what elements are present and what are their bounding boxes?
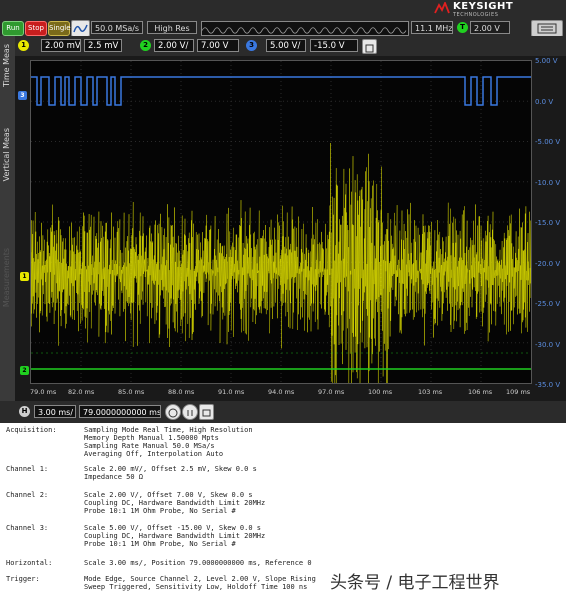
keysight-logo-icon	[434, 2, 450, 14]
trigger-wave-preview	[201, 21, 409, 36]
y-axis-labels: 5.00 V 0.0 V -5.00 V -10.0 V -15.0 V -20.0 V -…	[531, 56, 566, 389]
y-tick-label: -15.0 V	[535, 219, 561, 227]
x-tick-label: 109 ms	[506, 388, 531, 396]
channel-3-offset[interactable]: -15.0 V	[310, 39, 358, 52]
y-tick-label: 5.00 V	[535, 57, 558, 65]
brand-subtitle: TECHNOLOGIES	[453, 12, 499, 18]
channel-1-line-2: Impedance 50 Ω	[84, 473, 144, 481]
acquisition-mode-field[interactable]: High Res	[147, 21, 197, 34]
measurements-tab[interactable]: Measurements	[2, 248, 11, 307]
stop-button[interactable]: Stop	[25, 21, 47, 36]
add-channel-icon[interactable]	[362, 39, 377, 54]
watermark-text: 头条号 / 电子工程世界	[330, 573, 500, 593]
x-tick-label: 85.0 ms	[118, 388, 145, 396]
channel-3-scale[interactable]: 5.00 V/	[266, 39, 306, 52]
channel-3-badge[interactable]: 3	[246, 40, 257, 51]
trigger-icon: T	[457, 22, 468, 33]
trigger-label: Trigger:	[6, 575, 40, 583]
channel-2-scale[interactable]: 2.00 V/	[154, 39, 194, 52]
horizontal-badge: H	[19, 406, 30, 417]
measurement-sidebar: Time Meas Vertical Meas Measurements	[0, 36, 15, 402]
channel-2-label: Channel 2:	[6, 491, 49, 499]
run-button[interactable]: Run	[2, 21, 24, 36]
horizontal-label: Horizontal:	[6, 559, 53, 567]
timebase-position-field[interactable]: 79.0000000000 ms	[79, 405, 161, 418]
x-tick-label: 88.0 ms	[168, 388, 195, 396]
channel-1-badge[interactable]: 1	[18, 40, 29, 51]
zoom-icon[interactable]	[165, 404, 181, 420]
waveform-display[interactable]	[30, 60, 532, 422]
acquisition-label: Acquisition:	[6, 426, 57, 434]
acquisition-line-4: Averaging Off, Interpolation Auto	[84, 450, 224, 458]
horizontal-settings-icon[interactable]	[199, 404, 214, 420]
oscilloscope-screen: Run Stop Single 50.0 MSa/s High Res 11.1…	[0, 0, 566, 423]
x-tick-label: 97.0 ms	[318, 388, 345, 396]
x-tick-label: 106 ms	[468, 388, 493, 396]
pan-icon[interactable]	[182, 404, 198, 420]
channel-1-offset[interactable]: 2.5 mV	[84, 39, 122, 52]
channel-3-ground-marker[interactable]: 3	[18, 91, 27, 100]
trigger-line-2: Sweep Triggered, Sensitivity Low, Holdof…	[84, 583, 308, 591]
y-tick-label: -5.00 V	[535, 138, 561, 146]
channel-1-label: Channel 1:	[6, 465, 49, 473]
channel-1-ground-marker[interactable]: 1	[20, 272, 29, 281]
frequency-readout: 11.1 MHz	[411, 21, 453, 34]
x-tick-label: 79.0 ms	[30, 388, 57, 396]
channel-2-line-3: Probe 10:1 1M Ohm Probe, No Serial #	[84, 507, 236, 515]
trigger-level-field[interactable]: 2.00 V	[470, 21, 510, 34]
y-tick-label: -35.0 V	[535, 381, 561, 389]
channel-settings-bar: 1 2.00 mV/ 2.5 mV 2 2.00 V/ 7.00 V 3 5.0…	[0, 36, 566, 56]
channel-2-badge[interactable]: 2	[140, 40, 151, 51]
channel-1-trace	[30, 142, 532, 422]
y-tick-label: -10.0 V	[535, 178, 561, 187]
x-axis-labels: 79.0 ms 82.0 ms 85.0 ms 88.0 ms 91.0 ms 94.0 …	[30, 388, 530, 400]
x-tick-label: 94.0 ms	[268, 388, 295, 396]
top-toolbar: Run Stop Single 50.0 MSa/s High Res 11.1…	[0, 0, 566, 37]
y-tick-label: -25.0 V	[535, 300, 561, 308]
waveform-plot	[30, 61, 532, 422]
channel-2-offset[interactable]: 7.00 V	[197, 39, 239, 52]
menu-icon[interactable]	[531, 20, 563, 37]
x-tick-label: 103 ms	[418, 388, 443, 396]
y-tick-label: 0.0 V	[535, 97, 554, 106]
y-tick-label: -30.0 V	[535, 340, 561, 349]
brand-name: KEYSIGHT	[453, 1, 514, 12]
timebase-scale-field[interactable]: 3.00 ms/	[34, 405, 76, 418]
time-meas-tab[interactable]: Time Meas	[2, 44, 11, 87]
auto-scale-icon[interactable]	[71, 20, 90, 37]
x-tick-label: 82.0 ms	[68, 388, 95, 396]
x-tick-label: 100 ms	[368, 388, 393, 396]
horizontal-bar: H 3.00 ms/ 79.0000000000 ms	[0, 401, 566, 423]
single-button[interactable]: Single	[48, 21, 71, 36]
channel-3-label: Channel 3:	[6, 524, 49, 532]
horizontal-line-1: Scale 3.00 ms/, Position 79.0000000000 m…	[84, 559, 312, 567]
channel-2-ground-marker[interactable]: 2	[20, 366, 29, 375]
sample-rate-field[interactable]: 50.0 MSa/s	[91, 21, 143, 34]
x-tick-label: 91.0 ms	[218, 388, 245, 396]
vertical-meas-tab[interactable]: Vertical Meas	[2, 128, 11, 181]
channel-3-line-3: Probe 10:1 1M Ohm Probe, No Serial #	[84, 540, 236, 548]
y-tick-label: -20.0 V	[535, 259, 561, 268]
channel-1-scale[interactable]: 2.00 mV/	[41, 39, 81, 52]
